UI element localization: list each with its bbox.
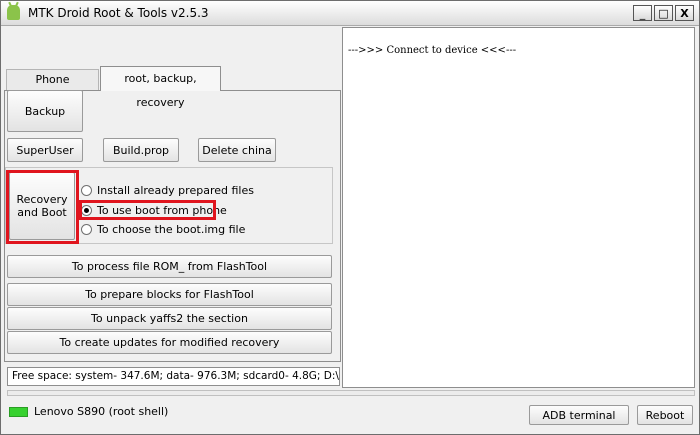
radio-label-choose-boot-img: To choose the boot.img file xyxy=(97,223,246,236)
android-icon xyxy=(7,5,20,20)
backup-button[interactable]: Backup xyxy=(7,90,83,132)
log-output[interactable]: --->>> Connect to device <<<--- xyxy=(342,27,695,388)
superuser-button[interactable]: SuperUser xyxy=(7,138,83,162)
adb-terminal-button[interactable]: ADB terminal xyxy=(529,405,629,425)
radio-install-prepared[interactable] xyxy=(81,185,92,196)
app-window: MTK Droid Root & Tools v2.5.3 _ □ X Phon… xyxy=(0,0,700,435)
unpack-yaffs2-button[interactable]: To unpack yaffs2 the section xyxy=(7,307,332,330)
device-status-indicator xyxy=(9,407,28,417)
window-title: MTK Droid Root & Tools v2.5.3 xyxy=(28,6,209,20)
buildprop-button[interactable]: Build.prop xyxy=(103,138,179,162)
radio-label-install-prepared: Install already prepared files xyxy=(97,184,254,197)
option-highlight-box xyxy=(79,200,216,220)
log-line: --->>> Connect to device <<<--- xyxy=(348,45,517,56)
maximize-button[interactable]: □ xyxy=(654,5,673,21)
radio-choose-boot-img[interactable] xyxy=(81,224,92,235)
title-bar: MTK Droid Root & Tools v2.5.3 _ □ X xyxy=(1,1,699,26)
delete-china-button[interactable]: Delete china xyxy=(198,138,276,162)
device-name: Lenovo S890 (root shell) xyxy=(34,405,169,418)
create-updates-button[interactable]: To create updates for modified recovery xyxy=(7,331,332,354)
tab-root-backup-recovery[interactable]: root, backup, recovery xyxy=(100,66,221,109)
prepare-blocks-button[interactable]: To prepare blocks for FlashTool xyxy=(7,283,332,306)
recovery-highlight-box xyxy=(6,170,79,244)
reboot-button[interactable]: Reboot xyxy=(637,405,693,425)
free-space-status: Free space: system- 347.6M; data- 976.3M… xyxy=(7,367,340,386)
tab-phone-information[interactable]: Phone information xyxy=(6,69,99,106)
close-button[interactable]: X xyxy=(675,5,694,21)
progress-bar xyxy=(7,390,695,396)
process-rom-button[interactable]: To process file ROM_ from FlashTool xyxy=(7,255,332,278)
minimize-button[interactable]: _ xyxy=(633,5,652,21)
